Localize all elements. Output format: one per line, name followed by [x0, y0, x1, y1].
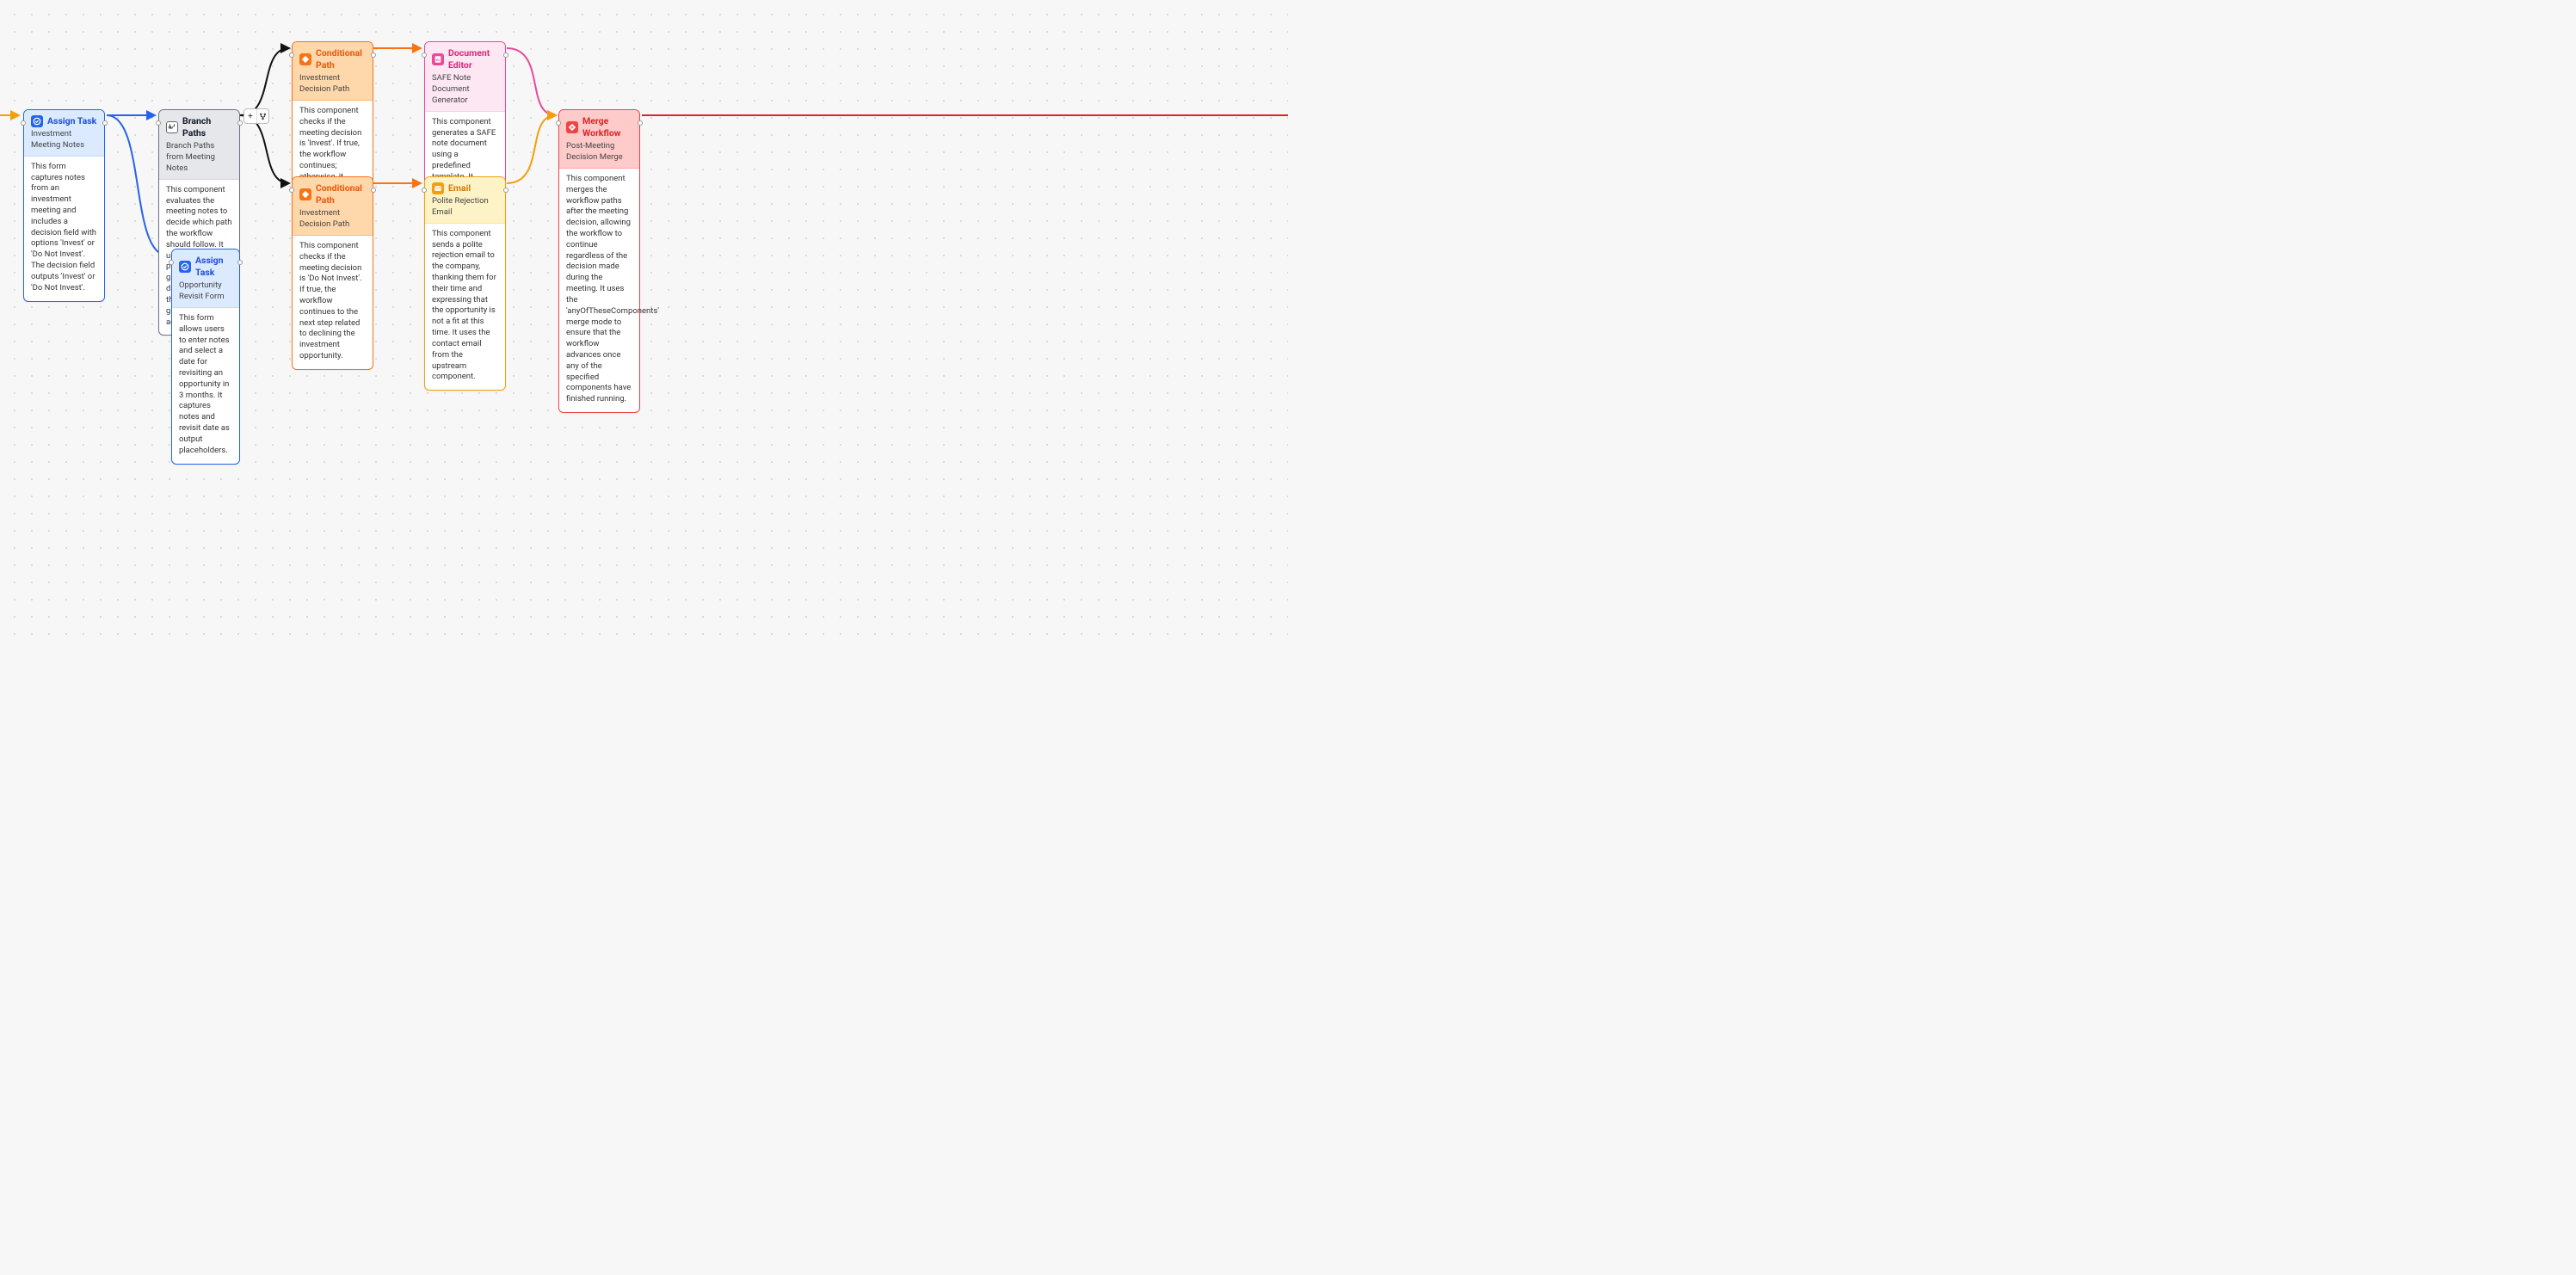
node-title: Branch Paths	[182, 115, 232, 139]
node-subtitle: SAFE Note Document Generator	[432, 73, 498, 106]
workflow-canvas[interactable]: Assign Task Investment Meeting Notes Thi…	[0, 0, 1288, 638]
node-conditional-do-not-invest[interactable]: Conditional Path Investment Decision Pat…	[292, 176, 373, 370]
node-title: Assign Task	[195, 255, 232, 279]
port-out[interactable]	[371, 188, 376, 193]
port-out[interactable]	[237, 120, 243, 126]
add-branch-control[interactable]: +	[243, 108, 269, 124]
port-out[interactable]	[371, 52, 376, 58]
node-description: This component merges the workflow paths…	[559, 169, 639, 412]
node-title: Assign Task	[47, 115, 96, 127]
node-subtitle: Investment Decision Path	[299, 73, 366, 95]
port-out[interactable]	[237, 260, 243, 265]
node-subtitle: Opportunity Revisit Form	[179, 280, 232, 303]
port-in[interactable]	[289, 52, 294, 58]
port-in[interactable]	[556, 120, 561, 126]
add-branch-plus[interactable]: +	[244, 109, 256, 123]
add-branch-fork-icon[interactable]	[256, 109, 268, 123]
node-title: Conditional Path	[316, 182, 366, 206]
node-description: This component checks if the meeting dec…	[293, 236, 373, 369]
port-in[interactable]	[169, 260, 174, 265]
port-in[interactable]	[289, 188, 294, 193]
check-circle-icon	[179, 261, 191, 273]
node-title: Email	[448, 182, 471, 194]
port-in[interactable]	[21, 120, 26, 126]
merge-diamond-icon	[566, 121, 578, 133]
port-out[interactable]	[503, 52, 508, 58]
node-assign-task-revisit[interactable]: Assign Task Opportunity Revisit Form Thi…	[171, 249, 240, 465]
node-description: This component sends a polite rejection …	[425, 224, 505, 390]
node-title: Merge Workflow	[582, 115, 632, 139]
node-subtitle: Investment Meeting Notes	[31, 129, 97, 151]
check-circle-icon	[31, 115, 43, 127]
port-out[interactable]	[102, 120, 108, 126]
port-in[interactable]	[422, 188, 427, 193]
port-out[interactable]	[503, 188, 508, 193]
port-in[interactable]	[422, 52, 427, 58]
diamond-icon	[299, 53, 311, 65]
node-merge-workflow[interactable]: Merge Workflow Post-Meeting Decision Mer…	[558, 109, 640, 413]
diamond-icon	[299, 188, 311, 200]
node-subtitle: Branch Paths from Meeting Notes	[166, 141, 232, 174]
branch-icon	[166, 121, 178, 133]
node-title: Document Editor	[448, 47, 498, 71]
node-subtitle: Investment Decision Path	[299, 208, 366, 231]
node-assign-task-meeting-notes[interactable]: Assign Task Investment Meeting Notes Thi…	[23, 109, 105, 302]
port-in[interactable]	[156, 120, 161, 126]
node-subtitle: Polite Rejection Email	[432, 196, 498, 219]
node-description: This form captures notes from an investm…	[24, 157, 104, 301]
envelope-icon	[432, 182, 444, 194]
node-subtitle: Post-Meeting Decision Merge	[566, 141, 632, 163]
document-chart-icon	[432, 53, 444, 65]
node-email[interactable]: Email Polite Rejection Email This compon…	[424, 176, 506, 391]
node-title: Conditional Path	[316, 47, 366, 71]
port-out[interactable]	[638, 120, 643, 126]
node-description: This form allows users to enter notes an…	[172, 308, 239, 464]
